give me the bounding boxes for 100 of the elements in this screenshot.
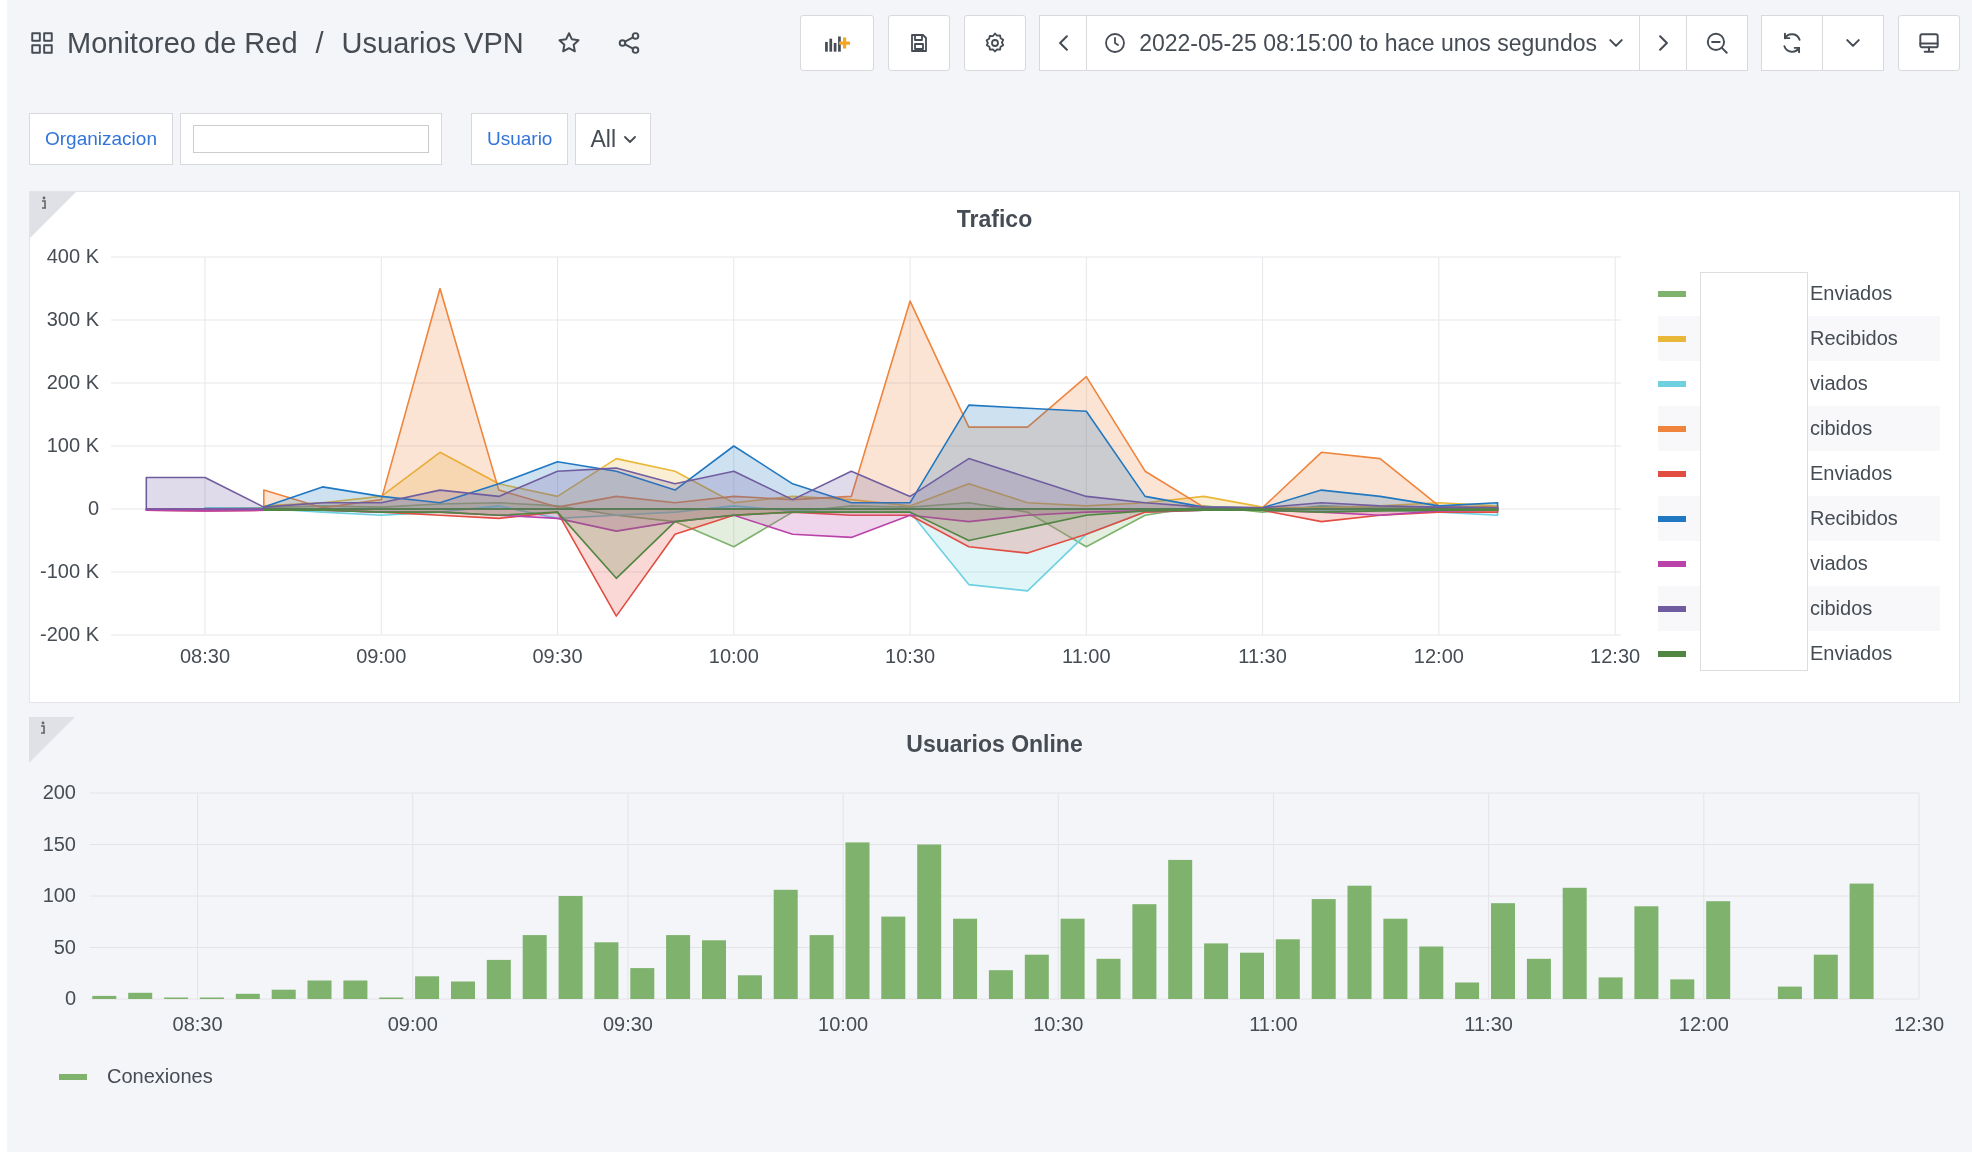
- axis-label: 11:00: [1249, 1013, 1298, 1035]
- variable-label: Usuario: [470, 113, 569, 165]
- axis-label: 11:00: [1062, 645, 1111, 667]
- bar: [1777, 986, 1802, 999]
- axis-label: 200: [42, 781, 76, 803]
- legend-swatch: [1658, 380, 1686, 387]
- bar: [1024, 954, 1049, 999]
- axis-label: 10:30: [1033, 1013, 1084, 1035]
- panel-title: Usuarios Online: [906, 730, 1083, 759]
- zoom-out-button[interactable]: [1686, 15, 1748, 71]
- legend-label[interactable]: Recibidos: [1810, 507, 1898, 530]
- legend-swatch: [1658, 425, 1686, 432]
- legend-swatch: [1658, 335, 1686, 342]
- bar: [235, 993, 260, 999]
- axis-label: -100 K: [40, 560, 99, 582]
- chevron-left-icon: [1058, 35, 1068, 51]
- axis-label: 200 K: [46, 371, 99, 393]
- bar: [1096, 958, 1121, 999]
- bar: [809, 935, 834, 999]
- caret-icon: [1846, 39, 1860, 47]
- bar: [1240, 952, 1264, 999]
- refresh-button[interactable]: [1761, 15, 1823, 71]
- dashboard-title: Usuarios VPN: [341, 26, 524, 60]
- axis-label: 300 K: [46, 308, 99, 330]
- axis-label: 08:30: [172, 1013, 223, 1035]
- axis-label: 50: [53, 935, 76, 958]
- axis-label: 0: [87, 497, 99, 519]
- legend-swatch: [59, 1073, 87, 1080]
- axis-label: 150: [42, 832, 76, 855]
- settings-button[interactable]: [964, 15, 1027, 71]
- monitor-icon: [1916, 30, 1942, 56]
- legend-swatch: [1658, 605, 1686, 612]
- bar: [486, 959, 511, 999]
- bar: [594, 942, 619, 999]
- bar: [1419, 946, 1444, 999]
- bar: [1455, 982, 1480, 999]
- legend-label[interactable]: viados: [1810, 552, 1868, 575]
- bar: [271, 989, 296, 999]
- bar: [1598, 977, 1623, 999]
- clock-icon: [1103, 31, 1128, 55]
- variable-label: Organizacion: [29, 113, 173, 165]
- axis-label: 12:00: [1678, 1013, 1729, 1035]
- bar: [666, 935, 691, 999]
- bar: [1526, 958, 1551, 999]
- time-range-picker[interactable]: 2022-05-25 08:15:00 to hace unos segundos: [1086, 15, 1640, 71]
- legend-label[interactable]: Enviados: [1810, 282, 1893, 305]
- axis-label: 11:30: [1238, 645, 1287, 667]
- add-panel-button[interactable]: [800, 15, 875, 71]
- bar: [451, 981, 475, 999]
- breadcrumb-separator: /: [315, 26, 324, 60]
- axis-label: 100 K: [46, 434, 99, 456]
- legend-label[interactable]: Enviados: [1810, 642, 1893, 665]
- axis-label: -200 K: [40, 623, 99, 645]
- axis-label: 10:00: [818, 1013, 869, 1035]
- bar: [1670, 979, 1695, 999]
- zoom-out-icon: [1704, 30, 1730, 56]
- bar: [737, 975, 762, 999]
- axis-label: 12:00: [1413, 645, 1464, 667]
- caret-icon: [1609, 39, 1623, 47]
- info-icon: [38, 721, 48, 735]
- organization-input[interactable]: [179, 113, 442, 165]
- save-button[interactable]: [888, 15, 951, 71]
- bar: [92, 995, 117, 999]
- bar: [630, 968, 655, 999]
- axis-label: 09:00: [356, 645, 407, 667]
- legend-label[interactable]: viados: [1810, 372, 1868, 395]
- bar: [702, 940, 726, 999]
- axis-label: 400 K: [46, 245, 99, 267]
- axis-label: 11:30: [1464, 1013, 1513, 1035]
- bar: [415, 976, 440, 999]
- legend-label[interactable]: cibidos: [1810, 417, 1873, 440]
- legend-label[interactable]: Conexiones: [107, 1065, 213, 1088]
- breadcrumb-link[interactable]: Monitoreo de Red: [67, 26, 298, 60]
- tv-mode-button[interactable]: [1898, 15, 1960, 71]
- axis-label: 09:30: [532, 645, 583, 667]
- axis-label: 10:30: [885, 645, 936, 667]
- info-icon: [39, 196, 49, 210]
- legend-label[interactable]: cibidos: [1810, 597, 1873, 620]
- axis-label: 12:30: [1590, 645, 1641, 667]
- axis-label: 09:00: [387, 1013, 438, 1035]
- legend-swatch: [1658, 650, 1686, 657]
- user-dropdown[interactable]: All: [575, 113, 651, 165]
- caret-icon: [624, 135, 636, 143]
- legend-swatch: [1658, 560, 1686, 567]
- panel-title: Trafico: [956, 205, 1033, 234]
- axis-label: 09:30: [602, 1013, 653, 1035]
- bar: [307, 980, 332, 999]
- bar: [1204, 943, 1229, 999]
- bar: [1813, 954, 1838, 999]
- axis-label: 100: [42, 884, 76, 906]
- legend-label[interactable]: Enviados: [1810, 462, 1893, 485]
- legend-swatch: [1658, 515, 1686, 522]
- bar: [988, 970, 1013, 999]
- legend-label[interactable]: Recibidos: [1810, 327, 1898, 350]
- bar: [128, 992, 153, 999]
- axis-label: 12:30: [1893, 1013, 1945, 1035]
- bar: [1275, 939, 1300, 999]
- legend-swatch: [1658, 470, 1686, 477]
- dashboard-grid-icon: [29, 30, 55, 56]
- bar: [343, 980, 368, 999]
